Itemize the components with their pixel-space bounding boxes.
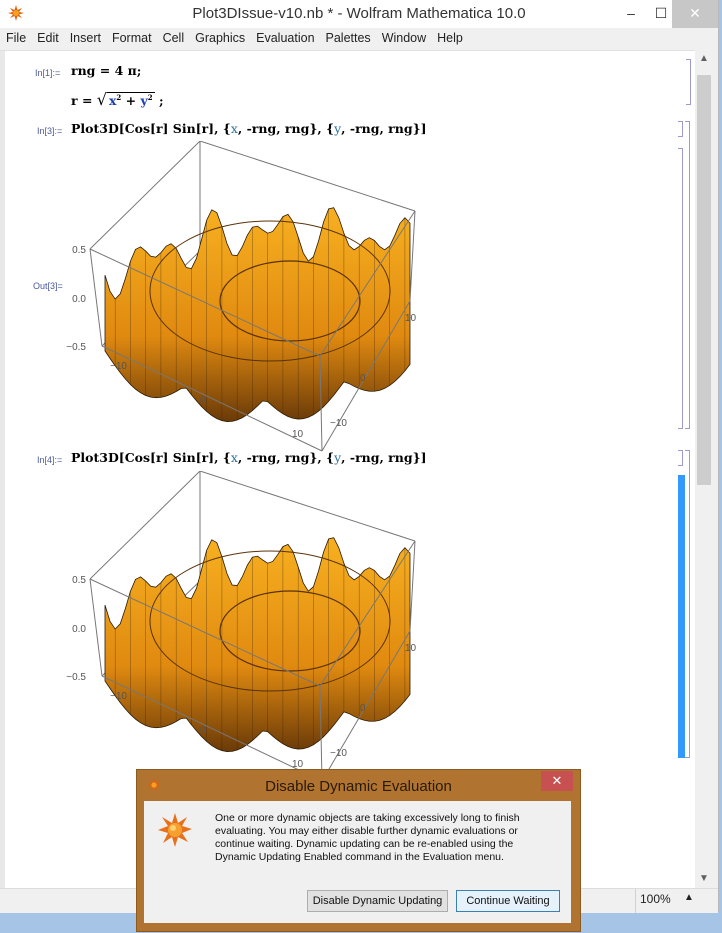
menu-cell[interactable]: Cell (157, 28, 190, 45)
minimize-button[interactable]: ‒ (614, 0, 648, 28)
code-part: , -rng, rng}, { (237, 121, 335, 136)
plot3d-output-1[interactable]: 0.5 0.0 −0.5 −10 0 10 −10 0 10 (60, 141, 440, 461)
dialog-message: One or more dynamic objects are taking e… (215, 812, 520, 863)
box-edge (409, 210, 416, 302)
scrollbar-thumb[interactable] (697, 75, 711, 485)
group-bracket-3[interactable] (685, 121, 690, 429)
left-gutter (0, 51, 5, 889)
cell-bracket-in3[interactable] (678, 121, 683, 137)
var-y: y (140, 93, 148, 108)
dialog-close-button[interactable]: ✕ (541, 771, 573, 791)
var-x: x (230, 121, 238, 136)
menu-insert[interactable]: Insert (64, 28, 106, 45)
cell-label-in3: In[3]:= (37, 126, 63, 136)
cell-bracket-out4-selected[interactable] (678, 475, 685, 758)
x-tick-label: −10 (110, 361, 127, 372)
notebook-area[interactable]: In[1]:= rng = 4 π; r = √ x2 + y2 ; In[3]:… (0, 50, 695, 889)
z-tick-label: 0.5 (72, 575, 86, 586)
z-tick-label: 0.0 (72, 294, 86, 305)
x-tick-label: 10 (292, 429, 304, 440)
status-divider (635, 889, 636, 913)
surface (104, 207, 411, 422)
cell-label-out3: Out[3]= (33, 281, 63, 291)
code-part: Plot3D[Cos[r] Sin[r], { (71, 450, 231, 465)
menu-palettes[interactable]: Palettes (320, 28, 376, 45)
semicolon: ; (154, 93, 164, 108)
window-title: Plot3DIssue-v10.nb * - Wolfram Mathemati… (192, 5, 526, 22)
input-line-rng[interactable]: rng = 4 π; (71, 63, 141, 78)
cell-bracket-out3[interactable] (678, 148, 683, 429)
vertical-scrollbar[interactable]: ▲ ▼ (695, 50, 713, 888)
cell-bracket-in4[interactable] (678, 450, 683, 466)
x-tick-label: 0 (200, 395, 206, 406)
cell-label-in4: In[4]:= (37, 455, 63, 465)
box-edge (89, 471, 201, 580)
y-tick-label: 0 (360, 373, 366, 384)
code-part: Plot3D[Cos[r] Sin[r], { (71, 121, 231, 136)
close-button[interactable]: ✕ (672, 0, 718, 28)
menu-help[interactable]: Help (431, 28, 468, 45)
code-part: , -rng, rng}] (341, 121, 427, 136)
input-plot3d-in3[interactable]: Plot3D[Cos[r] Sin[r], {x, -rng, rng}, {y… (71, 121, 427, 136)
disable-dynamic-updating-button[interactable]: Disable Dynamic Updating (307, 890, 448, 912)
menu-format[interactable]: Format (106, 28, 157, 45)
box-edge (89, 578, 103, 677)
var-x: x (230, 450, 238, 465)
dialog-body: One or more dynamic objects are taking e… (144, 801, 571, 923)
dialog-title: Disable Dynamic Evaluation (265, 778, 452, 795)
zoom-menu-icon[interactable]: ▲ (684, 892, 694, 903)
input-line-r[interactable]: r = √ x2 + y2 ; (71, 90, 164, 109)
zoom-level[interactable]: 100% (640, 892, 671, 906)
x-tick-label: 0 (200, 725, 206, 736)
menu-graphics[interactable]: Graphics (189, 28, 250, 45)
box-edge (89, 141, 201, 250)
z-tick-label: −0.5 (66, 342, 86, 353)
input-plot3d-in4[interactable]: Plot3D[Cos[r] Sin[r], {x, -rng, rng}, {y… (71, 450, 427, 465)
continue-waiting-button[interactable]: Continue Waiting (456, 890, 560, 912)
menu-evaluation[interactable]: Evaluation (250, 28, 319, 45)
y-tick-label: 10 (405, 313, 417, 324)
z-tick-label: 0.0 (72, 624, 86, 635)
menu-window[interactable]: Window (376, 28, 431, 45)
y-tick-label: −10 (330, 418, 347, 429)
surface (104, 537, 411, 752)
mathematica-spikey-icon (158, 813, 192, 847)
r-assign: r = (71, 93, 97, 108)
title-bar: Plot3DIssue-v10.nb * - Wolfram Mathemati… (0, 0, 718, 28)
z-tick-label: −0.5 (66, 672, 86, 683)
y-tick-label: 0 (360, 703, 366, 714)
x-tick-label: −10 (110, 691, 127, 702)
code-part: , -rng, rng}] (341, 450, 427, 465)
y-tick-label: 10 (405, 643, 417, 654)
box-edge (89, 248, 103, 347)
z-tick-label: 0.5 (72, 245, 86, 256)
cell-label-in1: In[1]:= (35, 68, 61, 78)
menu-file[interactable]: File (0, 28, 31, 45)
group-bracket-4[interactable] (685, 450, 690, 758)
menu-edit[interactable]: Edit (31, 28, 64, 45)
menu-bar: File Edit Insert Format Cell Graphics Evaluati… (0, 28, 718, 50)
box-edge (409, 540, 416, 632)
scroll-down-icon[interactable]: ▼ (695, 870, 713, 888)
cell-bracket-in1[interactable] (686, 59, 691, 105)
y-tick-label: −10 (330, 748, 347, 759)
sqrt-symbol: √ (96, 90, 107, 109)
code-part: , -rng, rng}, { (237, 450, 335, 465)
box-edge (199, 141, 416, 212)
disable-dynamic-evaluation-dialog: Disable Dynamic Evaluation ✕ One or more… (136, 769, 581, 932)
plot3d-output-2[interactable]: 0.50.0−0.5−10010−10010 (60, 471, 440, 791)
scroll-up-icon[interactable]: ▲ (695, 50, 713, 68)
box-edge (199, 471, 416, 542)
